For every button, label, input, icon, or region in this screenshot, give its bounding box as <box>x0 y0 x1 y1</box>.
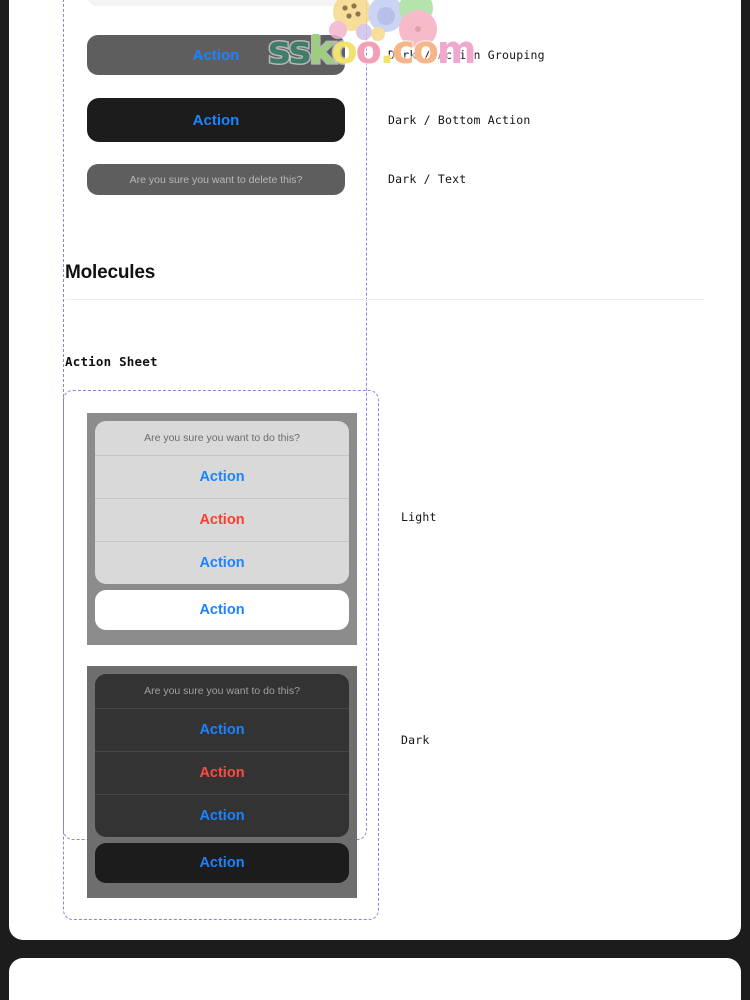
page-card: Action Dark / Action Grouping Action Dar… <box>9 0 741 940</box>
action-sheet-light-group: Are you sure you want to do this? Action… <box>95 421 349 584</box>
action-sheet-light-row-3[interactable]: Action <box>95 541 349 584</box>
dark-text-label: Are you sure you want to delete this? <box>129 173 303 186</box>
spec-label-dark-text: Dark / Text <box>388 172 467 186</box>
cut-off-element-top <box>87 0 345 6</box>
dark-bottom-action-label: Action <box>192 111 240 129</box>
section-divider <box>65 299 705 300</box>
action-sheet-dark-group: Are you sure you want to do this? Action… <box>95 674 349 837</box>
action-sheet-light-row-1[interactable]: Action <box>95 455 349 498</box>
section-heading-molecules: Molecules <box>65 262 156 283</box>
action-sheet-dark: Are you sure you want to do this? Action… <box>87 666 357 898</box>
action-sheet-light-cancel-button[interactable]: Action <box>95 590 349 630</box>
spec-label-action-sheet-dark: Dark <box>401 733 430 747</box>
action-sheet-light: Are you sure you want to do this? Action… <box>87 413 357 645</box>
dark-action-grouping-button[interactable]: Action <box>87 35 345 75</box>
action-sheet-dark-row-3[interactable]: Action <box>95 794 349 837</box>
action-sheet-dark-row-2-destructive[interactable]: Action <box>95 751 349 794</box>
dark-bottom-action-button[interactable]: Action <box>87 98 345 142</box>
spec-label-action-sheet-light: Light <box>401 510 437 524</box>
action-sheet-dark-title: Are you sure you want to do this? <box>144 685 300 697</box>
subsection-heading-action-sheet: Action Sheet <box>65 354 158 369</box>
action-sheet-light-row-2-destructive[interactable]: Action <box>95 498 349 541</box>
spec-label-dark-bottom-action: Dark / Bottom Action <box>388 113 531 127</box>
spec-label-dark-action-grouping: Dark / Action Grouping <box>388 48 545 62</box>
dark-action-grouping-label: Action <box>192 46 240 64</box>
dark-text-button[interactable]: Are you sure you want to delete this? <box>87 164 345 195</box>
action-sheet-dark-row-1[interactable]: Action <box>95 708 349 751</box>
action-sheet-light-title: Are you sure you want to do this? <box>144 432 300 444</box>
action-sheet-dark-cancel-button[interactable]: Action <box>95 843 349 883</box>
next-page-card <box>9 958 741 1000</box>
